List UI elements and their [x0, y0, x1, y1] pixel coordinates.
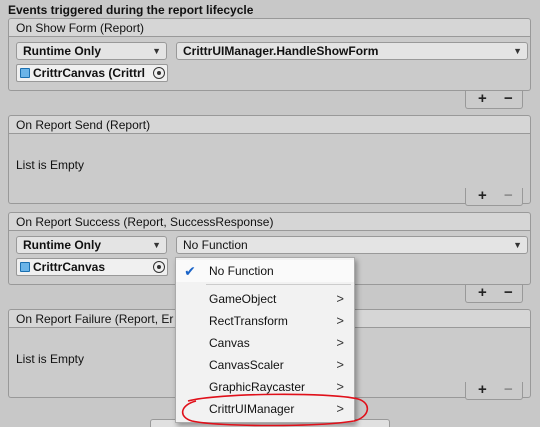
event-on-report-send: On Report Send (Report) List is Empty: [8, 115, 531, 204]
add-button[interactable]: +: [478, 284, 487, 301]
remove-button[interactable]: −: [504, 90, 513, 107]
menu-item-canvasscaler[interactable]: CanvasScaler >: [176, 354, 354, 376]
event-on-show-form: On Show Form (Report) Runtime Only ▼ Cri…: [8, 18, 531, 91]
section-title: Events triggered during the report lifec…: [8, 3, 254, 17]
chevron-right-icon: >: [336, 313, 344, 328]
chevron-right-icon: >: [336, 335, 344, 350]
add-remove-controls: + −: [465, 90, 523, 109]
empty-list-text: List is Empty: [16, 352, 85, 366]
menu-item-recttransform[interactable]: RectTransform >: [176, 310, 354, 332]
function-dropdown-label: CrittrUIManager.HandleShowForm: [183, 44, 379, 58]
event-body: Runtime Only ▼ CrittrUIManager.HandleSho…: [8, 37, 531, 91]
function-dropdown[interactable]: CrittrUIManager.HandleShowForm ▼: [176, 42, 528, 60]
gameobject-icon: [20, 262, 30, 272]
event-body: List is Empty: [8, 134, 531, 204]
menu-item-canvas[interactable]: Canvas >: [176, 332, 354, 354]
remove-button[interactable]: −: [504, 381, 513, 398]
chevron-down-icon: ▼: [513, 240, 522, 250]
menu-divider: [206, 284, 351, 285]
object-field-label: CrittrCanvas (Crittrl: [33, 66, 146, 80]
menu-item-gameobject[interactable]: GameObject >: [176, 288, 354, 310]
chevron-right-icon: >: [336, 357, 344, 372]
menu-item-label: No Function: [209, 264, 274, 278]
add-button[interactable]: +: [478, 90, 487, 107]
runtime-dropdown-label: Runtime Only: [23, 44, 102, 58]
event-header: On Report Success (Report, SuccessRespon…: [8, 212, 531, 231]
function-dropdown[interactable]: No Function ▼: [176, 236, 528, 254]
runtime-dropdown-label: Runtime Only: [23, 238, 102, 252]
object-field[interactable]: CrittrCanvas (Crittrl: [16, 64, 168, 82]
remove-button[interactable]: −: [504, 187, 513, 204]
add-button[interactable]: +: [478, 187, 487, 204]
add-remove-controls: + −: [465, 187, 523, 206]
object-field[interactable]: CrittrCanvas: [16, 258, 168, 276]
gameobject-icon: [20, 68, 30, 78]
chevron-down-icon: ▼: [513, 46, 522, 56]
chevron-right-icon: >: [336, 379, 344, 394]
menu-item-label: Canvas: [209, 336, 250, 350]
event-header: On Report Send (Report): [8, 115, 531, 134]
object-picker-icon[interactable]: [153, 261, 165, 273]
remove-button[interactable]: −: [504, 284, 513, 301]
menu-item-no-function[interactable]: ✔ No Function: [176, 260, 354, 282]
menu-item-label: GraphicRaycaster: [209, 380, 306, 394]
menu-item-label: CanvasScaler: [209, 358, 284, 372]
object-field-label: CrittrCanvas: [33, 260, 106, 274]
menu-item-label: GameObject: [209, 292, 277, 306]
function-dropdown-label: No Function: [183, 238, 248, 252]
menu-item-label: RectTransform: [209, 314, 288, 328]
object-picker-icon[interactable]: [153, 67, 165, 79]
chevron-down-icon: ▼: [152, 240, 161, 250]
chevron-down-icon: ▼: [152, 46, 161, 56]
add-remove-controls: + −: [465, 381, 523, 400]
event-header: On Show Form (Report): [8, 18, 531, 37]
add-remove-controls: + −: [465, 284, 523, 303]
runtime-dropdown[interactable]: Runtime Only ▼: [16, 42, 167, 60]
checkmark-icon: ✔: [184, 263, 196, 279]
add-button[interactable]: +: [478, 381, 487, 398]
empty-list-text: List is Empty: [16, 158, 85, 172]
chevron-right-icon: >: [336, 291, 344, 306]
runtime-dropdown[interactable]: Runtime Only ▼: [16, 236, 167, 254]
annotation-circle: [181, 393, 369, 427]
